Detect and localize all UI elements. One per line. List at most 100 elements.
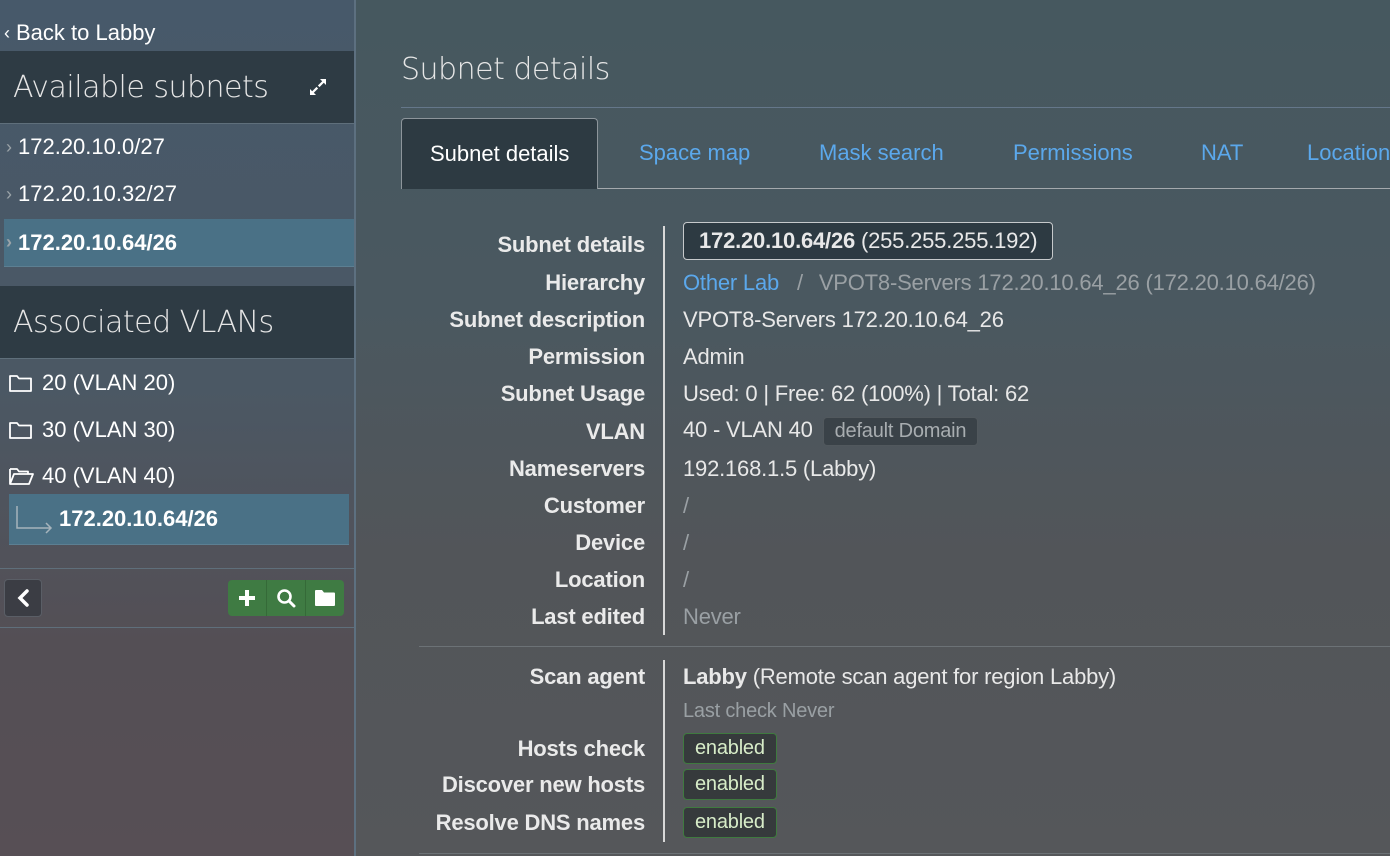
- subnet-item-label: 172.20.10.32/27: [18, 181, 178, 206]
- tab-location[interactable]: Location: [1307, 118, 1390, 188]
- scan-agent-description: (Remote scan agent for region Labby): [752, 663, 1117, 689]
- tab-bar: Subnet details Space map Mask search Per…: [401, 118, 1390, 189]
- detail-label: Hierarchy: [545, 269, 645, 295]
- detail-label: Permission: [528, 343, 645, 369]
- detail-value: /: [683, 529, 689, 555]
- subnet-item-label: 172.20.10.0/27: [18, 134, 165, 159]
- search-icon: [277, 589, 296, 608]
- detail-value: Admin: [683, 343, 745, 369]
- subnet-cidr: 172.20.10.64/26: [699, 228, 856, 253]
- status-badge: enabled: [683, 807, 777, 838]
- subnet-item[interactable]: › 172.20.10.0/27: [4, 124, 354, 170]
- detail-label: Scan agent: [529, 663, 646, 689]
- divider: [401, 107, 1390, 108]
- detail-value: enabled: [683, 733, 777, 764]
- divider: [0, 568, 354, 569]
- detail-label: Hosts check: [517, 735, 646, 761]
- search-subnet-button[interactable]: [267, 580, 306, 616]
- tab-nat[interactable]: NAT: [1201, 118, 1243, 188]
- hierarchy-link-section[interactable]: Other Lab: [683, 270, 779, 295]
- chevron-right-icon: ›: [6, 183, 12, 204]
- expand-icon[interactable]: [308, 77, 328, 97]
- detail-value: enabled: [683, 769, 777, 800]
- detail-label: Discover new hosts: [441, 771, 645, 797]
- tree-branch-icon: [16, 506, 53, 534]
- column-divider: [663, 226, 665, 635]
- detail-value: 172.20.10.64/26 (255.255.255.192): [683, 222, 1054, 260]
- divider: [0, 627, 354, 628]
- collapse-sidebar-button[interactable]: [4, 579, 42, 617]
- last-check-value: Last check Never: [683, 700, 835, 722]
- subnets-panel-title: Available subnets: [13, 69, 269, 105]
- tab-label: Location: [1307, 140, 1390, 165]
- detail-label: Subnet description: [449, 306, 645, 332]
- detail-label: Nameservers: [508, 455, 645, 481]
- chevron-left-icon: [17, 589, 29, 607]
- sidebar-actions: [228, 580, 344, 616]
- subnet-item[interactable]: › 172.20.10.32/27: [4, 171, 354, 217]
- subnet-mask: (255.255.255.192): [860, 228, 1038, 253]
- tab-label: Permissions: [1013, 140, 1133, 165]
- tab-permissions[interactable]: Permissions: [1013, 118, 1133, 188]
- back-link-label: Back to Labby: [16, 20, 156, 45]
- detail-value: Labby (Remote scan agent for region Labb…: [683, 664, 1116, 690]
- detail-label: Customer: [543, 492, 645, 518]
- tab-mask-search[interactable]: Mask search: [819, 118, 944, 188]
- detail-value: 40 - VLAN 40 default Domain: [683, 417, 979, 446]
- detail-label: VLAN: [585, 418, 645, 444]
- sidebar: ‹ Back to Labby Available subnets › 172.…: [0, 0, 356, 856]
- breadcrumb-separator: /: [796, 269, 803, 295]
- folder-icon: [315, 590, 335, 606]
- detail-value: /: [683, 566, 689, 592]
- detail-value: Used: 0 | Free: 62 (100%) | Total: 62: [683, 380, 1030, 406]
- detail-label: Last edited: [531, 603, 645, 629]
- tab-label: Space map: [639, 140, 751, 165]
- scan-agent-name: Labby: [683, 663, 747, 689]
- status-badge: enabled: [683, 769, 777, 800]
- tab-subnet-details[interactable]: Subnet details: [401, 118, 599, 189]
- back-link[interactable]: ‹ Back to Labby: [4, 20, 155, 46]
- vlan-item[interactable]: 20 (VLAN 20): [8, 370, 175, 396]
- subnet-cidr-box: 172.20.10.64/26 (255.255.255.192): [683, 222, 1054, 260]
- detail-label: Resolve DNS names: [435, 809, 646, 835]
- vlan-value: 40 - VLAN 40: [683, 417, 813, 442]
- detail-value: VPOT8-Servers 172.20.10.64_26: [683, 306, 1004, 332]
- add-subnet-button[interactable]: [228, 580, 267, 616]
- detail-label: Subnet Usage: [500, 380, 645, 406]
- vlan-item-label: 30 (VLAN 30): [42, 417, 176, 442]
- tab-space-map[interactable]: Space map: [639, 118, 750, 188]
- tab-label: Subnet details: [430, 141, 570, 166]
- tab-label: NAT: [1201, 140, 1244, 165]
- vlan-item-label: 20 (VLAN 20): [42, 370, 176, 395]
- detail-label: Subnet details: [497, 231, 645, 257]
- divider: [419, 853, 1390, 854]
- chevron-right-icon: ›: [6, 136, 12, 157]
- tab-label: Mask search: [819, 140, 944, 165]
- status-badge: enabled: [683, 733, 777, 764]
- detail-value: enabled: [683, 807, 777, 838]
- plus-icon: [239, 590, 255, 606]
- column-divider: [663, 660, 665, 842]
- vlan-subnet-label: 172.20.10.64/26: [59, 506, 219, 531]
- detail-value: Other Lab / VPOT8-Servers 172.20.10.64_2…: [683, 270, 1316, 296]
- detail-label: Location: [554, 566, 645, 592]
- detail-value: Never: [683, 603, 741, 629]
- hierarchy-current: VPOT8-Servers 172.20.10.64_26 (172.20.10…: [818, 269, 1316, 295]
- detail-label: Device: [575, 529, 645, 555]
- add-folder-button[interactable]: [306, 580, 344, 616]
- vlan-domain-badge: default Domain: [822, 417, 979, 446]
- page-title: Subnet details: [401, 52, 610, 87]
- main-content: Subnet details Subnet details Space map …: [401, 0, 1390, 856]
- folder-open-icon: [9, 468, 34, 485]
- subnets-panel-header: Available subnets: [0, 51, 354, 124]
- vlan-subnet-item-active[interactable]: 172.20.10.64/26: [9, 494, 349, 545]
- folder-icon: [9, 375, 32, 392]
- vlan-item[interactable]: 30 (VLAN 30): [8, 417, 175, 443]
- vlan-item[interactable]: 40 (VLAN 40): [8, 463, 175, 489]
- vlans-panel-title: Associated VLANs: [13, 304, 274, 340]
- folder-icon: [9, 422, 32, 439]
- subnet-item-active[interactable]: › 172.20.10.64/26: [4, 219, 354, 267]
- chevron-left-icon: ‹: [4, 22, 10, 43]
- vlans-panel-header: Associated VLANs: [0, 286, 354, 359]
- detail-value: /: [683, 492, 689, 518]
